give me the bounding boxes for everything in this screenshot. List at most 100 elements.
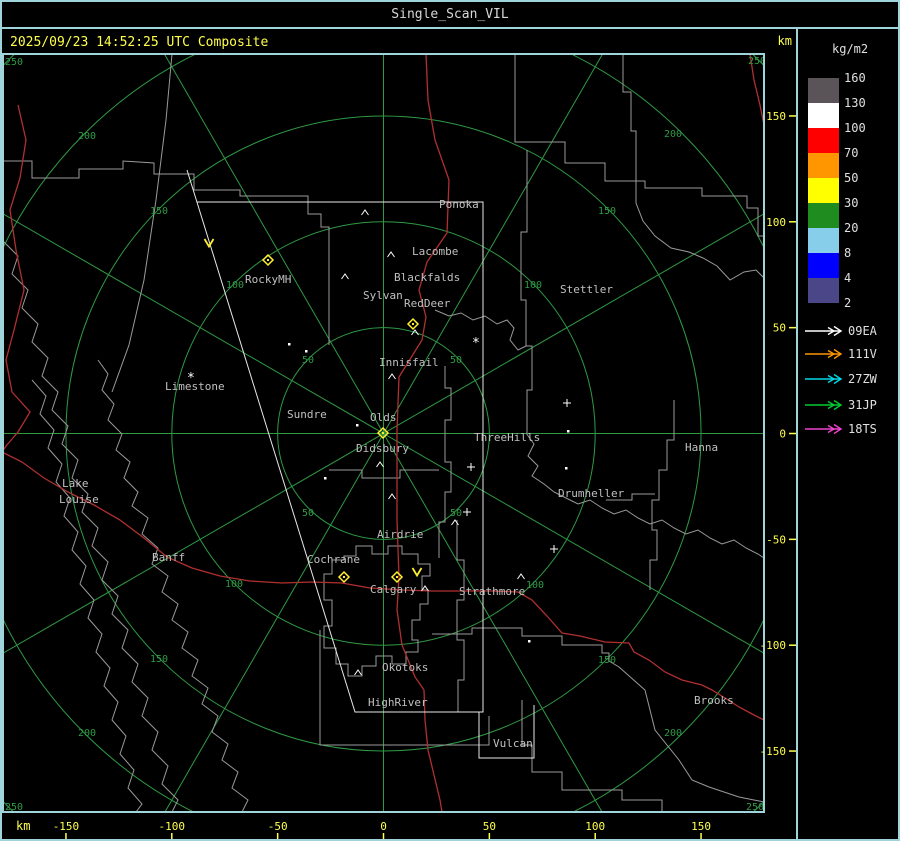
window-title: Single_Scan_VIL [391,7,509,22]
svg-text:150: 150 [150,654,168,665]
dot-marker [567,430,570,433]
plus-marker [563,399,571,407]
station-arrow-icon [805,325,843,337]
city-label: Airdrie [377,528,423,541]
svg-text:200: 200 [78,728,96,739]
svg-text:50: 50 [773,322,786,335]
station-id-label: 111V [848,347,877,361]
city-label: Stettler [560,283,613,296]
colorbar [808,78,839,303]
city-label: Brooks [694,694,734,707]
bottom-axis: km -150 -100 -50 0 50 100 150 [16,819,711,839]
svg-text:200: 200 [664,129,682,140]
station-arrow-icon [805,399,843,411]
caret-marker [388,493,396,500]
colorbar-swatch [808,153,839,178]
dot-marker [324,477,327,480]
colorbar-swatch [808,203,839,228]
star-marker: * [472,336,480,351]
city-label: Blackfalds [394,271,460,284]
right-axis-unit-label: km [778,34,792,48]
city-label: Ponoka [439,198,479,211]
svg-text:0: 0 [380,820,387,833]
colorbar-swatch [808,278,839,303]
legend-sidebar: kg/m2 160 130 100 70 50 30 20 8 4 2 09EA 111V 27ZW 3… [796,29,898,839]
city-label: ThreeHills [474,431,540,444]
city-label: Calgary [370,583,417,596]
station-legend-item: 31JP [804,398,877,412]
station-arrow-icon [805,348,843,360]
svg-text:100: 100 [225,579,243,590]
colorbar-tick-label: 30 [844,196,859,210]
svg-text:0: 0 [779,428,786,441]
city-label: Cochrane [307,553,360,566]
colorbar-swatch [808,228,839,253]
svg-text:250: 250 [5,57,23,68]
svg-text:-150: -150 [760,745,787,758]
colorbar-swatch [808,128,839,153]
svg-text:200: 200 [78,131,96,142]
colorbar-tick-label: 50 [844,171,859,185]
city-label: Lake [62,477,89,490]
svg-text:-100: -100 [760,639,787,652]
plus-marker [463,508,471,516]
station-id-label: 31JP [848,398,877,412]
scan-area-outline [186,169,535,759]
city-label: Innisfail [379,356,439,369]
colorbar-tick-label: 8 [844,246,852,260]
svg-text:50: 50 [450,355,462,366]
city-label: Louise [59,493,99,506]
city-label: Hanna [685,441,718,454]
city-label: Drumheller [558,487,625,500]
dot-marker [305,350,308,353]
svg-text:50: 50 [302,508,314,519]
map-panel: 2025/09/23 14:52:25 UTC Composite km 50 50 5… [2,29,796,839]
timestamp-label: 2025/09/23 14:52:25 UTC Composite [10,35,268,50]
svg-text:50: 50 [483,820,496,833]
radar-map[interactable]: 2025/09/23 14:52:25 UTC Composite km 50 50 5… [2,29,796,839]
svg-text:100: 100 [585,820,605,833]
station-legend-item: 27ZW [804,372,877,386]
city-label: Vulcan [493,737,533,750]
city-label: Strathmore [459,585,525,598]
caret-marker [354,669,362,676]
svg-text:100: 100 [524,280,542,291]
station-id-label: 18TS [848,422,877,436]
city-label: Banff [152,551,185,564]
main-area: 2025/09/23 14:52:25 UTC Composite km 50 50 5… [2,29,898,839]
polar-grid [3,54,764,812]
svg-text:-50: -50 [766,533,786,546]
colorbar-tick-label: 70 [844,146,859,160]
city-label: Olds [370,411,397,424]
bottom-axis-unit-label: km [16,819,30,833]
title-bar: Single_Scan_VIL [2,2,898,29]
city-label: RedDeer [404,297,451,310]
svg-text:150: 150 [598,206,616,217]
svg-text:-150: -150 [53,820,80,833]
colorbar-swatch [808,178,839,203]
svg-text:50: 50 [450,508,462,519]
station-legend-item: 09EA [804,324,877,338]
city-label: Sylvan [363,289,403,302]
dot-marker [288,343,291,346]
colorbar-tick-label: 130 [844,96,866,110]
svg-text:150: 150 [766,110,786,123]
caret-marker [387,251,395,258]
svg-text:150: 150 [691,820,711,833]
caret-marker [517,573,525,580]
plus-marker [467,463,475,471]
colorbar-tick-label: 160 [844,71,866,85]
city-label: RockyMH [245,273,291,286]
colorbar-tick-label: 2 [844,296,852,310]
station-legend-item: 18TS [804,422,877,436]
svg-text:150: 150 [150,206,168,217]
city-label: Okotoks [382,661,428,674]
vee-marker [411,567,423,578]
city-label: Sundre [287,408,327,421]
station-arrow-icon [805,373,843,385]
svg-text:150: 150 [598,655,616,666]
city-label: HighRiver [368,696,428,709]
dot-marker [528,640,531,643]
colorbar-swatch [808,78,839,103]
colorbar-unit-label: kg/m2 [832,42,869,56]
